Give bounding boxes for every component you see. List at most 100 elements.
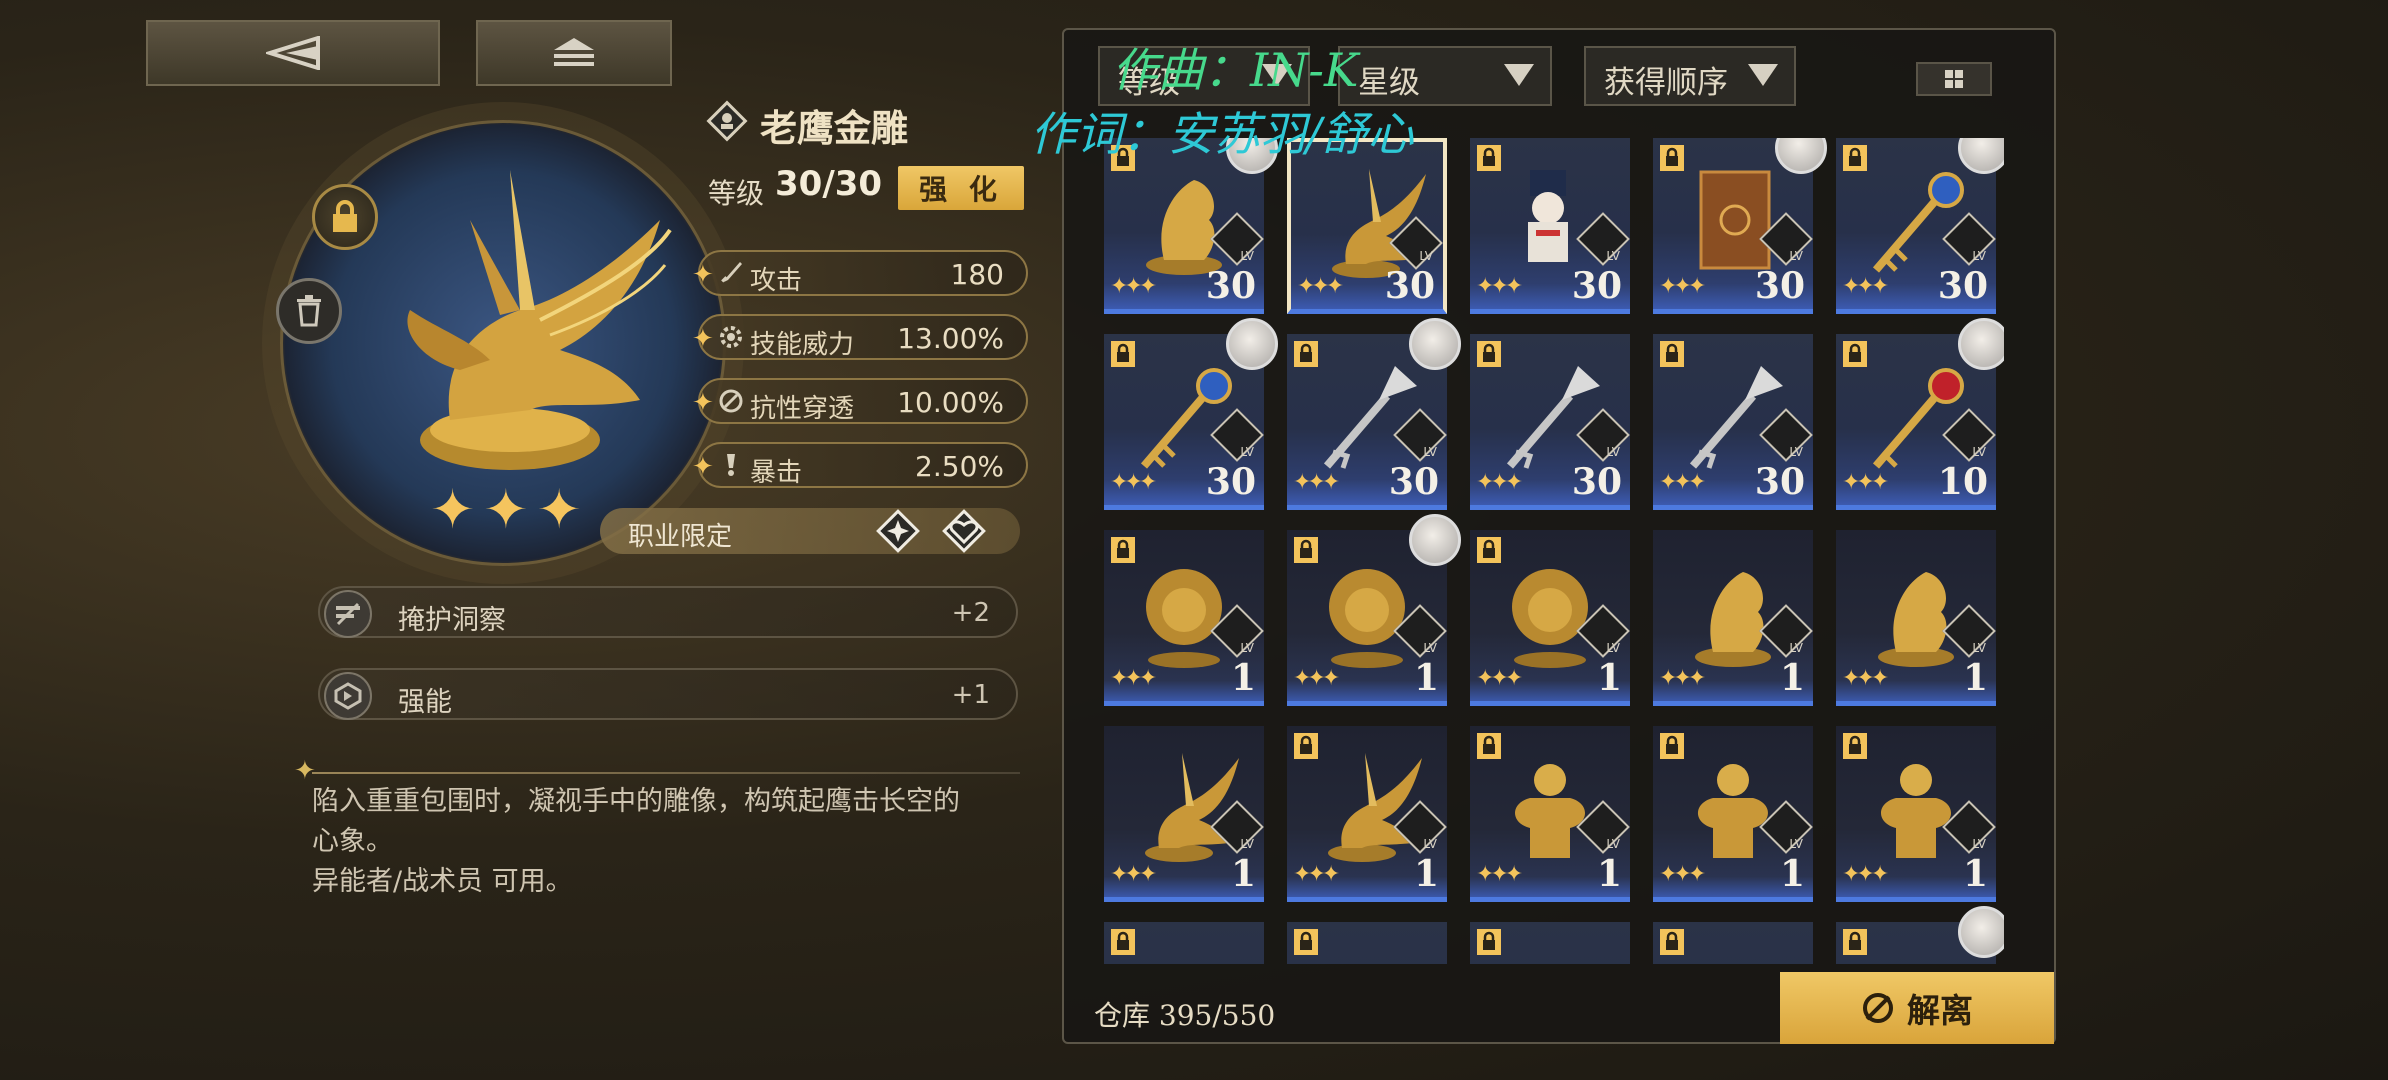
inventory-item[interactable]: ✦✦✦ LV 30 (1653, 334, 1813, 510)
inventory-item[interactable]: ✦✦✦ LV 1 (1104, 530, 1264, 706)
item-book-image (1699, 170, 1771, 270)
item-eagle-image (1145, 753, 1239, 862)
item-key-silver-image (1323, 366, 1417, 469)
discard-toggle[interactable] (276, 278, 342, 344)
inventory-item[interactable]: ✦✦✦ LV 30 (1104, 318, 1278, 510)
inventory-item[interactable]: ✦✦✦ LV 30 (1104, 138, 1278, 314)
item-bust-image (1881, 764, 1951, 858)
star-icon: ✦ (430, 478, 484, 541)
esper-class-icon (876, 509, 920, 553)
item-level: 30 (1754, 461, 1805, 503)
item-horse-image (1146, 180, 1222, 275)
rarity-stars: ✦✦✦ (1659, 274, 1706, 299)
lv-tag: LV (1240, 445, 1254, 459)
lock-icon (1660, 341, 1684, 367)
item-key-blue-image (1872, 172, 1964, 273)
item-key-silver-image (1689, 366, 1783, 469)
stat-crit: ✦ 暴击 2.50% (692, 442, 1028, 488)
equipped-character-avatar (1958, 318, 2004, 370)
item-level: 30 (1571, 265, 1622, 307)
penetration-icon (719, 389, 743, 413)
lyricist-credit: 作词：安苏羽/舒心 (1030, 107, 1414, 161)
lock-icon (1477, 145, 1501, 171)
item-key-blue-image (1140, 368, 1232, 469)
lock-icon (1111, 537, 1135, 563)
rarity-stars: ✦✦✦ (1110, 274, 1157, 299)
rarity-stars: ✦✦✦ (1293, 666, 1340, 691)
lock-icon (1843, 341, 1867, 367)
sort-order-dropdown[interactable]: 获得顺序 (1584, 46, 1796, 106)
sword-icon (721, 262, 742, 283)
item-horse-image (1695, 572, 1771, 667)
inventory-item[interactable]: ✦✦✦ LV 30 (1653, 138, 1827, 314)
equipped-character-avatar (1409, 318, 1461, 370)
lock-icon (1294, 341, 1318, 367)
inventory-item[interactable]: ✦✦✦ LV 1 (1836, 726, 1996, 902)
item-level: 30 (1384, 265, 1435, 307)
lv-tag: LV (1240, 641, 1254, 655)
item-eagle-image (1328, 753, 1422, 862)
item-level: 30 (1937, 265, 1988, 307)
chevron-down-icon (1748, 64, 1778, 86)
inventory-item[interactable]: ✦✦✦ LV 1 (1653, 530, 1813, 706)
rarity-stars: ✦✦✦ (1659, 862, 1706, 887)
equipped-character-avatar (1958, 906, 2004, 958)
inventory-item[interactable] (1653, 922, 1813, 964)
lock-toggle[interactable] (312, 184, 378, 250)
inventory-item[interactable] (1104, 922, 1264, 964)
rarity-stars: ✦✦✦ (1659, 666, 1706, 691)
inventory-item[interactable]: ✦✦✦ LV 30 (1287, 318, 1461, 510)
inventory-item[interactable]: ✦✦✦ LV 1 (1836, 530, 1996, 706)
item-lion-image (1146, 569, 1222, 668)
equipped-character-avatar (1409, 514, 1461, 566)
inventory-item[interactable]: ✦✦✦ LV 1 (1470, 530, 1630, 706)
lock-icon (1294, 733, 1318, 759)
item-bust-image (1515, 764, 1585, 858)
inventory-item[interactable]: ✦✦✦ LV 1 (1470, 726, 1630, 902)
composer-credit: 作曲：IN-K (1112, 43, 1359, 97)
lv-tag: LV (1423, 837, 1437, 851)
item-lion-image (1329, 569, 1405, 668)
inventory-item[interactable]: ✦✦✦ LV 1 (1287, 514, 1461, 706)
inventory-item[interactable] (1470, 922, 1630, 964)
inventory-item[interactable]: ✦✦✦ LV 1 (1287, 726, 1447, 902)
skill-row-cover-insight[interactable]: 掩护洞察 +2 (318, 586, 1018, 638)
lock-icon (1111, 929, 1135, 955)
lv-tag: LV (1972, 249, 1986, 263)
lv-tag: LV (1789, 445, 1803, 459)
spark-icon: ✦ (692, 324, 714, 354)
item-lion-image (1512, 569, 1588, 668)
rarity-stars: ✦✦✦ (1476, 274, 1523, 299)
rarity-stars: ✦✦✦ (1110, 470, 1157, 495)
lv-tag: LV (1972, 837, 1986, 851)
item-partial-image (1307, 944, 1427, 964)
inventory-item[interactable]: ✦✦✦ LV 30 (1470, 138, 1630, 314)
inventory-item[interactable] (1287, 922, 1447, 964)
rarity-stars: ✦✦✦ (1110, 666, 1157, 691)
dismantle-button[interactable]: 解离 (1780, 972, 2054, 1044)
skill-row-empower[interactable]: 强能 +1 (318, 668, 1018, 720)
enhance-button[interactable]: 强 化 (898, 166, 1024, 210)
rarity-stars: ✦✦✦ (1476, 666, 1523, 691)
sort-star-dropdown[interactable]: 星级 (1338, 46, 1552, 106)
inventory-item[interactable]: ✦✦✦ LV 30 (1287, 138, 1447, 314)
lock-icon (1477, 929, 1501, 955)
warehouse-capacity: 仓库 395/550 (1094, 999, 1276, 1032)
lv-tag: LV (1789, 641, 1803, 655)
spark-icon: ✦ (692, 452, 714, 482)
lock-icon (1843, 733, 1867, 759)
artifact-type-icon (706, 100, 748, 142)
lv-tag: LV (1789, 837, 1803, 851)
rarity-stars: ✦✦✦ (1659, 470, 1706, 495)
item-partial-image (1490, 944, 1610, 964)
back-button[interactable] (146, 20, 440, 86)
inventory-item[interactable]: ✦✦✦ LV 1 (1104, 726, 1264, 902)
home-button[interactable] (476, 20, 672, 86)
empower-icon (324, 672, 372, 720)
grid-view-button[interactable] (1916, 62, 1992, 96)
inventory-item[interactable] (1836, 906, 2004, 964)
inventory-item[interactable]: ✦✦✦ LV 30 (1470, 334, 1630, 510)
inventory-item[interactable]: ✦✦✦ LV 10 (1836, 318, 2004, 510)
inventory-item[interactable]: ✦✦✦ LV 30 (1836, 138, 2004, 314)
inventory-item[interactable]: ✦✦✦ LV 1 (1653, 726, 1813, 902)
